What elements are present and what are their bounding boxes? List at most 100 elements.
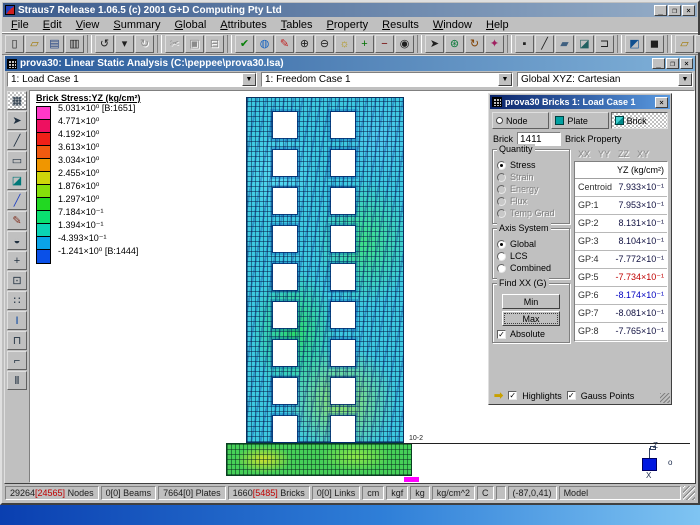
chevron-down-icon[interactable]: ▼: [498, 73, 512, 86]
window-opening: [331, 226, 355, 252]
menu-item-edit[interactable]: Edit: [36, 19, 69, 31]
tab-plate[interactable]: Plate: [551, 112, 608, 129]
brick-toggle-icon[interactable]: ◪: [575, 35, 594, 53]
maximize-button[interactable]: ❐: [668, 5, 681, 16]
line-select-icon[interactable]: ╱: [7, 131, 27, 150]
zoom-out-icon[interactable]: ⊖: [315, 35, 334, 53]
table-row: GP:7-8.081×10⁻¹: [575, 305, 667, 323]
menu-item-help[interactable]: Help: [479, 19, 516, 31]
property-bar-icon[interactable]: ▮: [695, 35, 700, 53]
tab-brick[interactable]: Brick: [611, 112, 668, 129]
dynamic-view-icon[interactable]: ⊛: [445, 35, 464, 53]
freedom-case-combo[interactable]: 1: Freedom Case 1 ▼: [261, 72, 513, 87]
magnify-icon[interactable]: ◉: [395, 35, 414, 53]
close-button[interactable]: ×: [682, 5, 695, 16]
redo-icon[interactable]: ↻: [135, 35, 154, 53]
plate-toggle-icon[interactable]: ▰: [555, 35, 574, 53]
chevron-down-icon[interactable]: ▼: [678, 73, 692, 86]
crosshair-icon[interactable]: +: [7, 251, 27, 270]
undo-icon[interactable]: ↺: [95, 35, 114, 53]
menu-item-global[interactable]: Global: [167, 19, 213, 31]
gauss-points-checkbox[interactable]: [567, 391, 576, 400]
menu-item-tables[interactable]: Tables: [274, 19, 320, 31]
axis-option-lcs[interactable]: LCS: [497, 251, 565, 261]
radio-icon[interactable]: [497, 240, 506, 249]
beam-select-icon[interactable]: ╱: [7, 191, 27, 210]
entity-display-icon[interactable]: ✔: [235, 35, 254, 53]
menu-item-file[interactable]: File: [4, 19, 36, 31]
menu-item-attributes[interactable]: Attributes: [213, 19, 273, 31]
load-case-combo[interactable]: 1: Load Case 1 ▼: [7, 72, 257, 87]
online-help-icon[interactable]: ◍: [255, 35, 274, 53]
axis-option-global[interactable]: Global: [497, 239, 565, 249]
minimize-button[interactable]: _: [654, 5, 667, 16]
find-min-button[interactable]: Min: [502, 294, 560, 309]
radio-icon[interactable]: [497, 161, 506, 170]
copy-icon[interactable]: ▣: [185, 35, 204, 53]
table-header: YZ (kg/cm²): [575, 162, 667, 179]
paste-icon[interactable]: ⊟: [205, 35, 224, 53]
print-icon[interactable]: ▥: [65, 35, 84, 53]
pointer-tool-icon[interactable]: ➤: [7, 111, 27, 130]
chevron-down-icon[interactable]: ▼: [242, 73, 256, 86]
model-canvas[interactable]: Brick Stress:YZ (kg/cm²) 5.031×10⁰ [B:16…: [29, 90, 695, 483]
zoom-in-icon[interactable]: ⊕: [295, 35, 314, 53]
brick-model-mesh[interactable]: [246, 97, 404, 443]
add-view-icon[interactable]: +: [355, 35, 374, 53]
link-toggle-icon[interactable]: ⊐: [595, 35, 614, 53]
find-max-button[interactable]: Max: [502, 311, 560, 326]
dropdown-select-icon[interactable]: ◒: [7, 231, 27, 250]
beam-toggle-icon[interactable]: ╱: [535, 35, 554, 53]
node-select-icon[interactable]: ⊡: [7, 271, 27, 290]
snap-icon[interactable]: ✦: [485, 35, 504, 53]
tab-node[interactable]: Node: [492, 112, 549, 129]
brush-select-icon[interactable]: ✎: [7, 211, 27, 230]
title-bar[interactable]: Straus7 Release 1.06.5 (c) 2001 G+D Comp…: [3, 3, 697, 17]
dots-select-icon[interactable]: ∷: [7, 291, 27, 310]
highlights-checkbox[interactable]: [508, 391, 517, 400]
menu-item-view[interactable]: View: [69, 19, 107, 31]
coordinate-system-combo[interactable]: Global XYZ: Cartesian ▼: [517, 72, 693, 87]
corner-select-icon[interactable]: ⌐: [7, 351, 27, 370]
rect-select-icon[interactable]: ▭: [7, 151, 27, 170]
radio-icon[interactable]: [497, 252, 506, 261]
menu-item-window[interactable]: Window: [426, 19, 479, 31]
new-file-icon[interactable]: ▯: [5, 35, 24, 53]
select-region-icon[interactable]: ▦: [7, 91, 27, 110]
child-restore-button[interactable]: ❐: [666, 58, 679, 69]
ibeam-select-icon[interactable]: I: [7, 311, 27, 330]
contour-icon[interactable]: ◩: [625, 35, 644, 53]
plate-select-icon[interactable]: ⊓: [7, 331, 27, 350]
model-foundation-mesh[interactable]: [226, 443, 412, 476]
resize-grip[interactable]: [660, 393, 670, 403]
window-opening: [331, 340, 355, 366]
dialog-title-bar[interactable]: prova30 Bricks 1: Load Case 1 ×: [490, 95, 670, 109]
resize-grip[interactable]: [683, 486, 695, 500]
quantity-option-stress[interactable]: Stress: [497, 160, 565, 170]
section-select-icon[interactable]: Ⅱ: [7, 371, 27, 390]
node-toggle-icon[interactable]: ▪: [515, 35, 534, 53]
radio-icon[interactable]: [497, 264, 506, 273]
child-minimize-button[interactable]: _: [652, 58, 665, 69]
open-file-icon[interactable]: ▱: [25, 35, 44, 53]
select-pointer-icon[interactable]: ➤: [425, 35, 444, 53]
undo-dropdown-icon[interactable]: ▾: [115, 35, 134, 53]
groups-icon[interactable]: ▱: [675, 35, 694, 53]
child-title-bar[interactable]: prova30: Linear Static Analysis (C:\pepp…: [5, 56, 695, 71]
absolute-checkbox[interactable]: [497, 330, 506, 339]
menu-item-summary[interactable]: Summary: [106, 19, 167, 31]
window-opening: [273, 264, 297, 290]
highlight-icon[interactable]: ☼: [335, 35, 354, 53]
subtract-view-icon[interactable]: −: [375, 35, 394, 53]
cut-icon[interactable]: ✂: [165, 35, 184, 53]
rotate-view-icon[interactable]: ↻: [465, 35, 484, 53]
draw-icon[interactable]: ✎: [275, 35, 294, 53]
menu-item-property[interactable]: Property: [320, 19, 376, 31]
brick-select-icon[interactable]: ◪: [7, 171, 27, 190]
child-close-button[interactable]: ×: [680, 58, 693, 69]
axis-option-combined[interactable]: Combined: [497, 263, 565, 273]
solid-view-icon[interactable]: ◼: [645, 35, 664, 53]
dialog-close-button[interactable]: ×: [655, 97, 668, 108]
save-icon[interactable]: ▤: [45, 35, 64, 53]
menu-item-results[interactable]: Results: [375, 19, 426, 31]
